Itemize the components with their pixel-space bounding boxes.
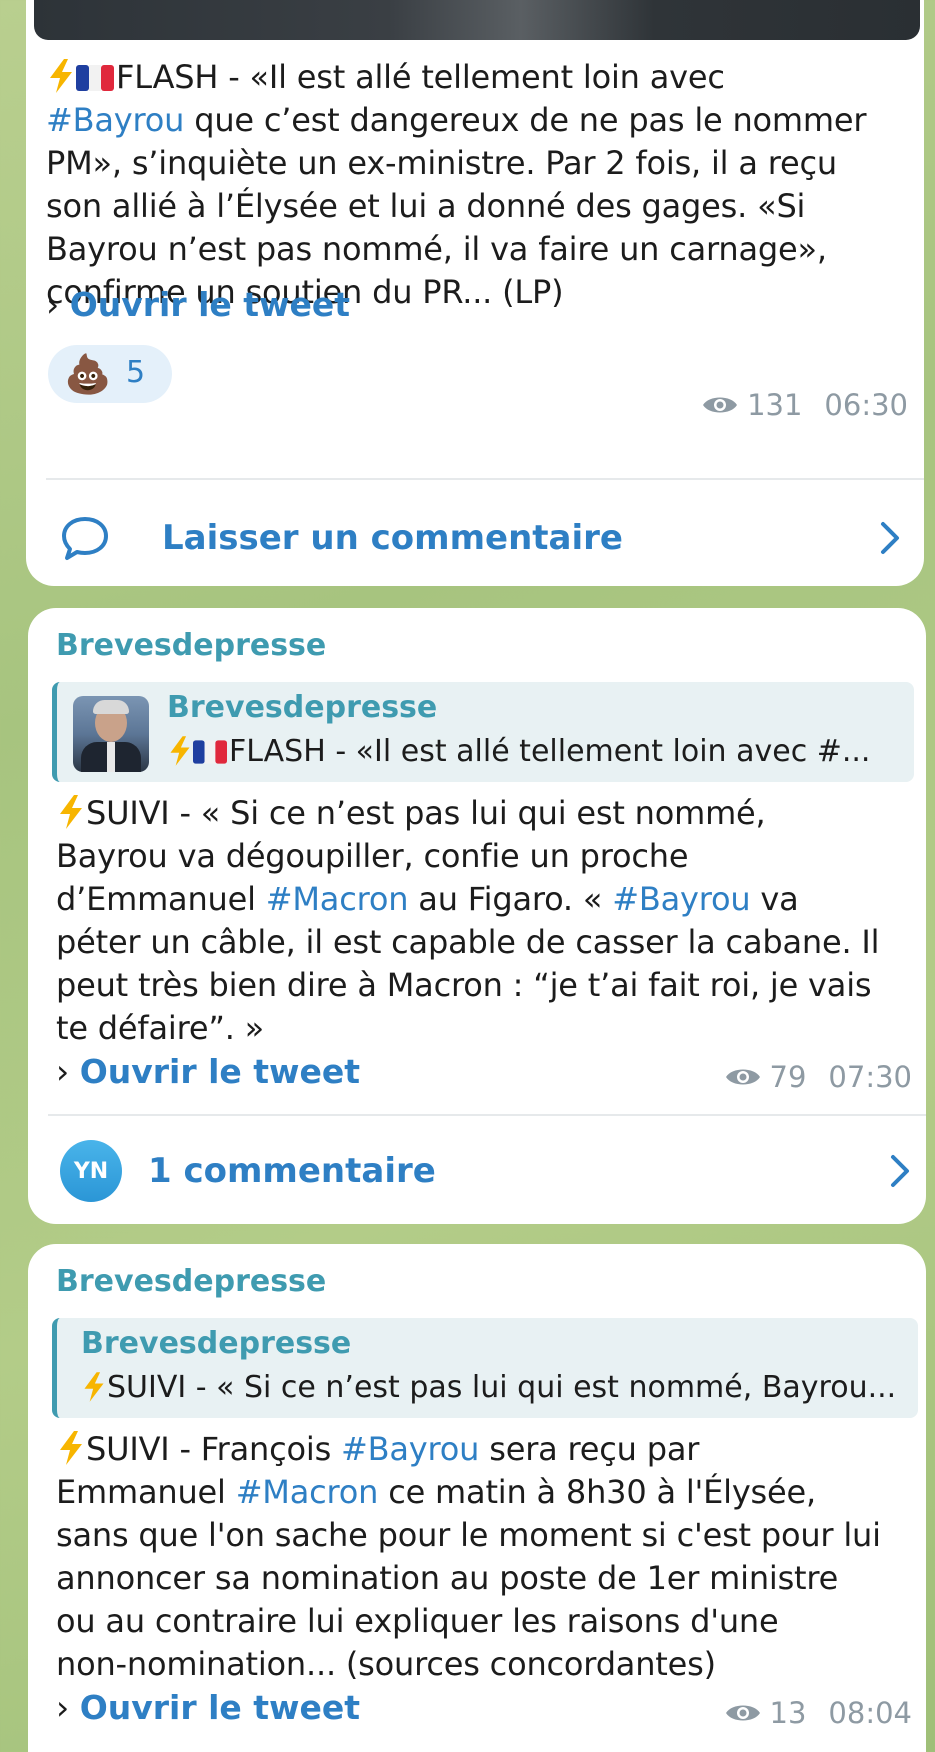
message-text: SUIVI - « Si ce n’est pas lui qui est no… [56, 794, 880, 1047]
hashtag-link[interactable]: #Macron [266, 880, 409, 918]
view-count: 79 [769, 1060, 807, 1094]
lightning-icon [60, 1431, 82, 1465]
eye-icon [725, 1705, 760, 1721]
reaction-count: 5 [126, 355, 146, 390]
message-bubble-2: Brevesdepresse Brevesdepresse FLASH - «I… [28, 608, 926, 1224]
comment-bubble-icon [62, 517, 108, 560]
hashtag-link[interactable]: #Bayrou [46, 101, 184, 139]
message-meta: 13 08:04 [724, 1696, 912, 1730]
quote-sender: Brevesdepresse [167, 690, 438, 725]
sender-name[interactable]: Brevesdepresse [56, 1264, 326, 1299]
message-time: 08:04 [828, 1696, 912, 1730]
message-text: SUIVI - François #Bayrou sera reçu par E… [56, 1430, 881, 1683]
message-time: 06:30 [824, 388, 908, 422]
hashtag-link[interactable]: #Bayrou [612, 880, 750, 918]
leave-comment-label: Laisser un commentaire [162, 518, 623, 558]
message-time: 07:30 [828, 1060, 912, 1094]
poop-emoji-icon: 💩 [64, 352, 112, 396]
open-tweet-link[interactable]: › Ouvrir le tweet [56, 1688, 360, 1727]
lightning-icon [84, 1372, 104, 1402]
eye-icon [703, 397, 738, 413]
lightning-icon [170, 736, 190, 766]
sender-name[interactable]: Brevesdepresse [56, 628, 326, 663]
comments-row[interactable]: YN 1 commentaire [60, 1138, 918, 1204]
france-flag-icon [76, 65, 114, 91]
view-count: 13 [769, 1696, 807, 1730]
message-bubble-3: Brevesdepresse Brevesdepresse SUIVI - « … [28, 1244, 926, 1752]
chevron-right-icon [891, 1155, 909, 1187]
hashtag-link[interactable]: #Bayrou [341, 1430, 479, 1468]
lightning-icon [50, 59, 72, 93]
lightning-icon [60, 795, 82, 829]
comment-count-label: 1 commentaire [148, 1151, 436, 1191]
view-count: 131 [747, 388, 803, 422]
quote-text: SUIVI - « Si ce n’est pas lui qui est no… [81, 1370, 911, 1405]
france-flag-icon [193, 740, 227, 764]
message-meta: 131 06:30 [701, 388, 908, 422]
reply-quote[interactable]: Brevesdepresse FLASH - «Il est allé tell… [52, 682, 914, 782]
divider [46, 478, 924, 480]
reaction-chip[interactable]: 💩 5 [48, 345, 172, 403]
message-bubble-1: FLASH - «Il est allé tellement loin avec… [26, 0, 924, 586]
leave-comment-row[interactable]: Laisser un commentaire [60, 508, 910, 568]
commenter-avatar: YN [60, 1140, 122, 1202]
reply-quote[interactable]: Brevesdepresse SUIVI - « Si ce n’est pas… [52, 1318, 918, 1418]
hashtag-link[interactable]: #Macron [236, 1473, 379, 1511]
quote-text: FLASH - «Il est allé tellement loin avec… [167, 734, 907, 769]
open-tweet-link[interactable]: › Ouvrir le tweet [46, 285, 350, 324]
quote-avatar-image [73, 696, 149, 772]
message-text: FLASH - «Il est allé tellement loin avec… [46, 58, 867, 311]
open-tweet-link[interactable]: › Ouvrir le tweet [56, 1052, 360, 1091]
chevron-right-icon [881, 522, 899, 554]
quote-sender: Brevesdepresse [81, 1326, 352, 1361]
media-image-preview[interactable] [34, 0, 920, 40]
eye-icon [725, 1069, 760, 1085]
divider [48, 1114, 926, 1116]
message-meta: 79 07:30 [724, 1060, 912, 1094]
